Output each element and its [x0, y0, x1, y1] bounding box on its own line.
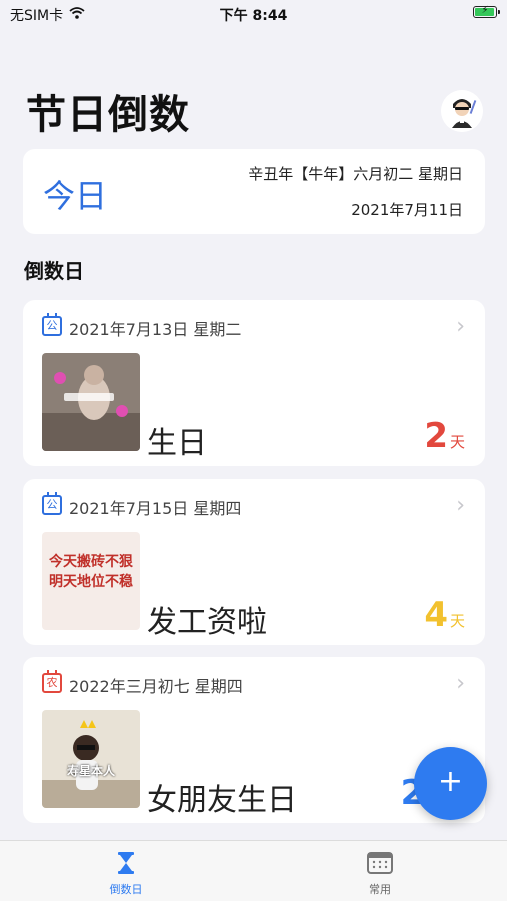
days-unit: 天: [449, 612, 465, 630]
event-name: 生日: [147, 426, 207, 461]
lunar-date: 辛丑年【牛年】六月初二 星期日: [248, 165, 463, 183]
section-title: 倒数日: [24, 259, 84, 283]
page-title: 节日倒数: [26, 92, 190, 138]
days-count: 4: [424, 595, 448, 635]
days-remaining: 2天: [424, 416, 465, 456]
photo-caption-line: 今天搬砖不狠: [49, 554, 133, 570]
days-count: 2: [424, 416, 448, 456]
event-date: 2021年7月13日 星期二: [69, 320, 242, 339]
tab-common[interactable]: 常用: [330, 851, 430, 897]
today-label: 今日: [43, 177, 108, 215]
event-name: 女朋友生日: [147, 783, 297, 818]
photo-caption-line: 明天地位不稳: [49, 574, 133, 590]
days-remaining: 4天: [424, 595, 465, 635]
photo-caption: 寿星本人: [66, 764, 115, 778]
days-unit: 天: [449, 433, 465, 451]
event-card[interactable]: 公 2021年7月13日 星期二 › 生日 2天: [23, 300, 485, 466]
tab-bar: 倒数日 常用: [0, 840, 507, 901]
solar-calendar-icon: 公: [42, 492, 62, 515]
tab-label: 常用: [369, 883, 391, 896]
status-time: 下午 8:44: [219, 8, 288, 24]
hourglass-icon: [116, 852, 136, 879]
avatar[interactable]: [441, 90, 483, 132]
today-card: 今日 辛丑年【牛年】六月初二 星期日 2021年7月11日: [23, 149, 485, 234]
calendar-grid-icon: [367, 852, 393, 879]
event-name: 发工资啦: [147, 605, 267, 640]
chevron-right-icon: ›: [456, 493, 465, 518]
event-photo: 今天搬砖不狠 明天地位不稳: [42, 532, 140, 630]
tab-countdown[interactable]: 倒数日: [76, 851, 176, 897]
event-date: 2022年三月初七 星期四: [69, 677, 243, 696]
event-date: 2021年7月15日 星期四: [69, 499, 242, 518]
solar-date: 2021年7月11日: [351, 201, 463, 219]
chevron-right-icon: ›: [456, 671, 465, 696]
tab-label: 倒数日: [109, 883, 143, 896]
status-bar: 无SIM卡 下午 8:44 ⚡: [0, 0, 507, 28]
event-photo: 寿星本人: [42, 710, 140, 808]
chevron-right-icon: ›: [456, 314, 465, 339]
event-card[interactable]: 公 2021年7月15日 星期四 › 今天搬砖不狠 明天地位不稳 发工资啦 4天: [23, 479, 485, 645]
battery-charging-icon: ⚡: [473, 5, 500, 18]
add-event-button[interactable]: +: [414, 747, 487, 820]
lunar-calendar-icon: 农: [42, 670, 62, 693]
event-photo: [42, 353, 140, 451]
event-card[interactable]: 农 2022年三月初七 星期四 › 寿星本人 女朋友生日 27天: [23, 657, 485, 823]
solar-calendar-icon: 公: [42, 313, 62, 336]
